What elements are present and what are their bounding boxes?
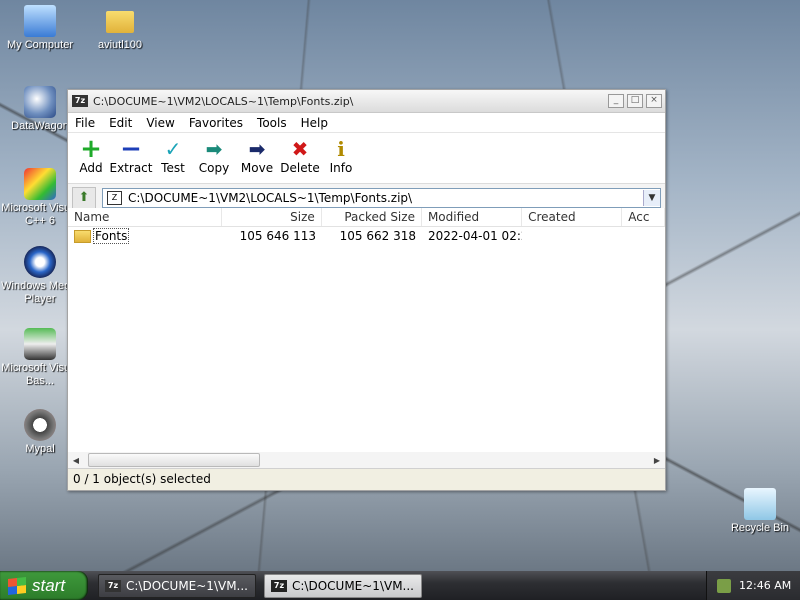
folder-icon bbox=[106, 11, 134, 33]
toolbar-label: Move bbox=[240, 161, 274, 175]
taskbar-item-label: C:\DOCUME~1\VM... bbox=[292, 578, 414, 593]
row-name: Fonts bbox=[93, 228, 130, 244]
copy-icon: ➡ bbox=[205, 137, 223, 161]
add-button[interactable]: + Add bbox=[74, 133, 108, 175]
taskbar-item-label: C:\DOCUME~1\VM... bbox=[126, 578, 248, 593]
scroll-right-icon[interactable]: ▶ bbox=[649, 456, 665, 465]
clock[interactable]: 12:46 AM bbox=[739, 579, 791, 592]
mypal-icon bbox=[24, 409, 56, 441]
column-created[interactable]: Created bbox=[522, 208, 623, 226]
column-packed-size[interactable]: Packed Size bbox=[322, 208, 422, 226]
taskbar-item[interactable]: 7z C:\DOCUME~1\VM... bbox=[98, 573, 256, 598]
up-arrow-icon: ⬆ bbox=[78, 190, 90, 205]
column-modified[interactable]: Modified bbox=[422, 208, 523, 226]
maximize-button[interactable]: □ bbox=[627, 94, 643, 108]
menu-bar: File Edit View Favorites Tools Help bbox=[68, 113, 665, 133]
column-accessed[interactable]: Acc bbox=[622, 208, 665, 226]
extract-icon: − bbox=[120, 134, 142, 164]
toolbar: + Add − Extract ✓ Test ➡ Copy ➡ Move ✖ D… bbox=[68, 133, 665, 184]
minimize-button[interactable]: _ bbox=[608, 94, 624, 108]
menu-favorites[interactable]: Favorites bbox=[182, 116, 250, 130]
desktop-icon-label: aviutl100 bbox=[97, 39, 143, 51]
file-list[interactable]: Name Size Packed Size Modified Created A… bbox=[68, 208, 665, 468]
scroll-thumb[interactable] bbox=[88, 453, 260, 467]
menu-tools[interactable]: Tools bbox=[250, 116, 294, 130]
my-computer-icon bbox=[24, 5, 56, 37]
app-icon: 7z bbox=[271, 579, 287, 592]
info-button[interactable]: i Info bbox=[322, 133, 360, 175]
system-tray: 12:46 AM bbox=[706, 571, 800, 600]
windows-logo-icon bbox=[8, 576, 26, 595]
toolbar-label: Info bbox=[329, 161, 353, 175]
menu-file[interactable]: File bbox=[68, 116, 102, 130]
chevron-down-icon[interactable]: ▼ bbox=[643, 189, 660, 206]
delete-icon: ✖ bbox=[291, 137, 309, 161]
table-row[interactable]: Fonts 105 646 113 105 662 318 2022-04-01… bbox=[68, 227, 665, 245]
visual-cpp-icon bbox=[24, 168, 56, 200]
network-icon[interactable] bbox=[717, 578, 731, 593]
list-header: Name Size Packed Size Modified Created A… bbox=[68, 208, 665, 227]
title-bar[interactable]: 7z C:\DOCUME~1\VM2\LOCALS~1\Temp\Fonts.z… bbox=[68, 90, 665, 113]
row-packed-size: 105 662 318 bbox=[339, 229, 416, 243]
test-icon: ✓ bbox=[164, 137, 182, 161]
move-icon: ➡ bbox=[248, 137, 266, 161]
taskbar: start 7z C:\DOCUME~1\VM... 7z C:\DOCUME~… bbox=[0, 571, 800, 600]
info-icon: i bbox=[337, 137, 345, 161]
toolbar-label: Delete bbox=[280, 161, 320, 175]
row-modified: 2022-04-01 02:22 bbox=[428, 229, 522, 243]
move-button[interactable]: ➡ Move bbox=[236, 133, 278, 175]
desktop-icon-label: Recycle Bin bbox=[730, 522, 790, 534]
desktop-icon-recycle-bin[interactable]: Recycle Bin bbox=[720, 488, 800, 535]
row-name-cell: Fonts bbox=[68, 227, 222, 245]
file-manager-window: 7z C:\DOCUME~1\VM2\LOCALS~1\Temp\Fonts.z… bbox=[67, 89, 666, 491]
address-field[interactable]: Z C:\DOCUME~1\VM2\LOCALS~1\Temp\Fonts.zi… bbox=[102, 187, 661, 208]
row-created bbox=[522, 227, 622, 245]
start-button[interactable]: start bbox=[0, 571, 88, 600]
status-bar: 0 / 1 object(s) selected bbox=[68, 468, 665, 490]
copy-button[interactable]: ➡ Copy bbox=[192, 133, 236, 175]
toolbar-label: Add bbox=[79, 161, 103, 175]
media-player-icon bbox=[24, 246, 56, 278]
scroll-left-icon[interactable]: ◀ bbox=[68, 456, 84, 465]
taskbar-item-active[interactable]: 7z C:\DOCUME~1\VM... bbox=[264, 573, 422, 598]
datawagon-icon bbox=[24, 86, 56, 118]
folder-icon bbox=[74, 229, 91, 243]
address-text: C:\DOCUME~1\VM2\LOCALS~1\Temp\Fonts.zip\ bbox=[128, 190, 413, 205]
column-size[interactable]: Size bbox=[222, 208, 322, 226]
horizontal-scrollbar[interactable]: ◀ ▶ bbox=[68, 452, 665, 468]
app-icon: 7z bbox=[72, 95, 88, 107]
desktop-icon-my-computer[interactable]: My Computer bbox=[0, 5, 80, 52]
close-button[interactable]: × bbox=[646, 94, 662, 108]
archive-icon: Z bbox=[107, 190, 122, 205]
delete-button[interactable]: ✖ Delete bbox=[278, 133, 322, 175]
extract-button[interactable]: − Extract bbox=[108, 133, 154, 175]
toolbar-label: Copy bbox=[198, 161, 230, 175]
column-name[interactable]: Name bbox=[68, 208, 222, 226]
desktop-icon-aviutl100[interactable]: aviutl100 bbox=[80, 5, 160, 52]
app-icon: 7z bbox=[105, 579, 121, 592]
desktop-icon-label: My Computer bbox=[6, 39, 74, 51]
menu-help[interactable]: Help bbox=[294, 116, 335, 130]
menu-edit[interactable]: Edit bbox=[102, 116, 139, 130]
toolbar-label: Extract bbox=[109, 161, 153, 175]
visual-basic-icon bbox=[24, 328, 56, 360]
up-folder-button[interactable]: ⬆ bbox=[72, 186, 96, 209]
row-accessed bbox=[622, 227, 664, 245]
start-label: start bbox=[32, 575, 66, 595]
row-size: 105 646 113 bbox=[239, 229, 316, 243]
recycle-bin-icon bbox=[744, 488, 776, 520]
menu-view[interactable]: View bbox=[139, 116, 181, 130]
toolbar-label: Test bbox=[161, 161, 185, 175]
add-icon: + bbox=[80, 134, 102, 164]
test-button[interactable]: ✓ Test bbox=[154, 133, 192, 175]
window-title: C:\DOCUME~1\VM2\LOCALS~1\Temp\Fonts.zip\ bbox=[93, 94, 354, 108]
